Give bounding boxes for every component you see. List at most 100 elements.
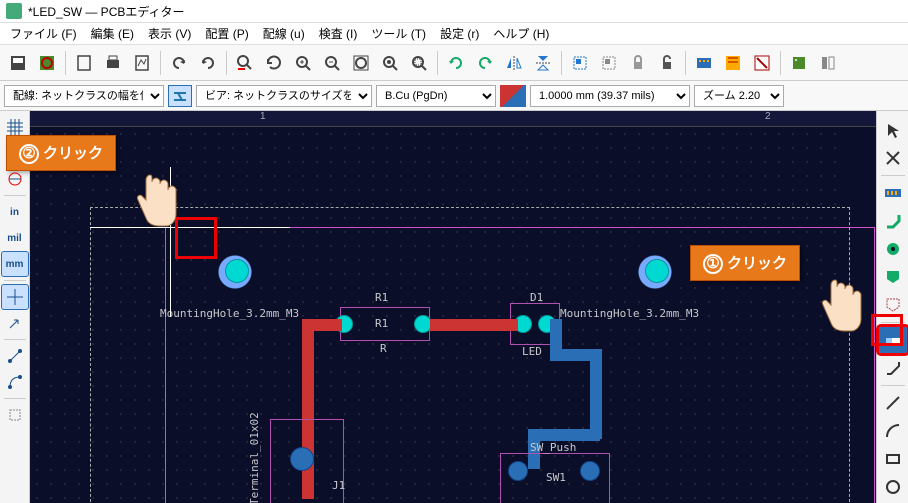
j1-pad1 [290,447,314,471]
rotate-cw-button[interactable] [471,49,499,77]
draw-arc-graphic-tool[interactable] [879,418,907,444]
mh-left-pad [225,259,249,283]
units-mil-button[interactable]: mil [2,226,28,250]
menu-tools[interactable]: ツール (T) [365,23,432,44]
scripting-button[interactable] [785,49,813,77]
horizontal-ruler: 1 2 [30,111,876,127]
silk-led: LED [522,345,542,358]
footprint-editor-button[interactable] [690,49,718,77]
unlock-button[interactable] [653,49,681,77]
update-pcb-button[interactable] [719,49,747,77]
units-in-button[interactable]: in [2,200,28,224]
zoom-in-button[interactable] [289,49,317,77]
callout-2: ②クリック [6,135,116,171]
local-ratsnest-tool[interactable] [879,145,907,171]
drc-button[interactable] [748,49,776,77]
ungroup-button[interactable] [595,49,623,77]
silk-term: Terminal_01x02 [248,412,261,503]
add-footprint-tool[interactable] [879,180,907,206]
save-button[interactable] [4,49,32,77]
layer-select[interactable]: B.Cu (PgDn) [376,85,496,107]
lock-button[interactable] [624,49,652,77]
draw-arc-tool[interactable] [879,355,907,381]
print-button[interactable] [99,49,127,77]
zoom-selection-button[interactable] [376,49,404,77]
main-toolbar [0,45,908,81]
mirror-v-button[interactable] [529,49,557,77]
menu-route[interactable]: 配線 (u) [257,23,311,44]
click-target-1-box [871,314,903,346]
zoom-window-button[interactable] [405,49,433,77]
rotate-45-button[interactable] [2,311,28,335]
redo-button[interactable] [194,49,222,77]
ruler-tick-1: 1 [260,111,266,122]
window-title: *LED_SW — PCBエディター [28,3,185,20]
draw-rect-tool[interactable] [879,446,907,472]
page-settings-button[interactable] [70,49,98,77]
undo-button[interactable] [165,49,193,77]
silk-r1: R1 [375,291,388,304]
find-button[interactable] [231,49,259,77]
ruler-tick-2: 2 [765,111,771,122]
app-icon [6,3,22,19]
units-mm-button[interactable]: mm [2,252,28,276]
menu-place[interactable]: 配置 (P) [199,23,254,44]
route-track-tool[interactable] [879,208,907,234]
silk-swpush: SW_Push [530,441,576,454]
curved-ratsnest-button[interactable] [2,370,28,394]
menu-inspect[interactable]: 検査 (I) [313,23,364,44]
menu-help[interactable]: ヘルプ (H) [487,23,555,44]
via-size-select[interactable]: ビア: ネットクラスのサイズを使用 [196,85,372,107]
plot-button[interactable] [128,49,156,77]
silk-j1: J1 [332,479,345,492]
zoom-select[interactable]: ズーム 2.20 [694,85,784,107]
panel-button[interactable] [814,49,842,77]
callout-1-num: ① [703,254,723,274]
select-tool[interactable] [879,117,907,143]
draw-circle-tool[interactable] [879,474,907,500]
silk-r: R [380,342,387,355]
rotate-ccw-button[interactable] [442,49,470,77]
click-target-2-box [175,217,217,259]
options-bar: 配線: ネットクラスの幅を使用 ビア: ネットクラスのサイズを使用 B.Cu (… [0,81,908,111]
grid-select[interactable]: 1.0000 mm (39.37 mils) [530,85,690,107]
add-via-tool[interactable] [879,236,907,262]
callout-2-text: クリック [43,145,103,162]
callout-2-num: ② [19,144,39,164]
menubar: ファイル (F) 編集 (E) 表示 (V) 配置 (P) 配線 (u) 検査 … [0,23,908,45]
mirror-h-button[interactable] [500,49,528,77]
menu-view[interactable]: 表示 (V) [142,23,197,44]
menu-file[interactable]: ファイル (F) [4,23,83,44]
layer-pair-button[interactable] [500,85,526,107]
refresh-button[interactable] [260,49,288,77]
auto-track-width-toggle[interactable] [168,85,192,107]
ratsnest-button[interactable] [2,344,28,368]
sw1-pad1 [508,461,528,481]
silk-sw1: SW1 [546,471,566,484]
zoom-fit-button[interactable] [347,49,375,77]
silk-d1: D1 [530,291,543,304]
trace-blue-3 [590,349,602,439]
track-width-select[interactable]: 配線: ネットクラスの幅を使用 [4,85,164,107]
trace-r1-d1 [430,319,518,331]
menu-prefs[interactable]: 設定 (r) [434,23,485,44]
pointer-1-hand [815,275,865,338]
zoom-out-button[interactable] [318,49,346,77]
silk-mh1: MountingHole_3.2mm_M3 [160,307,299,320]
callout-1-text: クリック [727,255,787,272]
silk-r1b: R1 [375,317,388,330]
titlebar: *LED_SW — PCBエディター [0,0,908,23]
pointer-2-hand [130,170,180,233]
cursor-shape-button[interactable] [2,285,28,309]
menu-edit[interactable]: 編集 (E) [85,23,140,44]
sw1-pad2 [580,461,600,481]
mh-right-pad [645,259,669,283]
right-toolbar [876,111,908,503]
group-button[interactable] [566,49,594,77]
silk-mh2: MountingHole_3.2mm_M3 [560,307,699,320]
board-setup-button[interactable] [33,49,61,77]
outline-mode-button[interactable] [2,403,28,427]
callout-1: ①クリック [690,245,800,281]
draw-line-graphic-tool[interactable] [879,390,907,416]
add-zone-tool[interactable] [879,264,907,290]
